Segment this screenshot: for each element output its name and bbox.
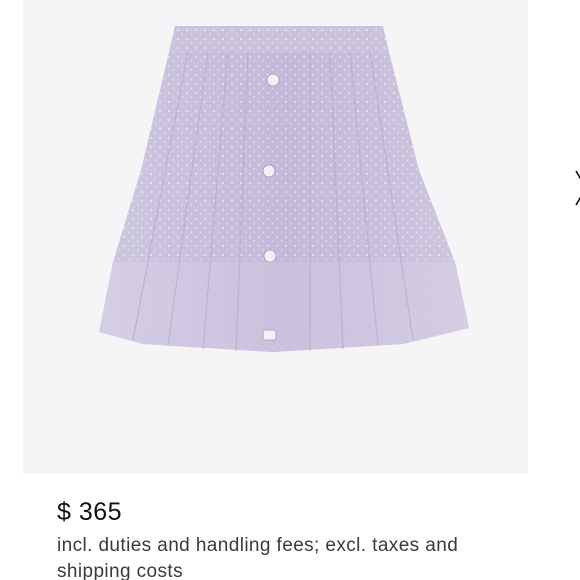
price-tax-note: incl. duties and handling fees; excl. ta… xyxy=(57,535,459,580)
product-price: $ 365 xyxy=(57,498,123,526)
skirt-image xyxy=(99,26,469,352)
product-page: $ 365 incl. duties and handling fees; ex… xyxy=(0,0,580,580)
product-image-gallery[interactable] xyxy=(23,0,528,474)
chevron-right-icon[interactable] xyxy=(566,163,580,213)
